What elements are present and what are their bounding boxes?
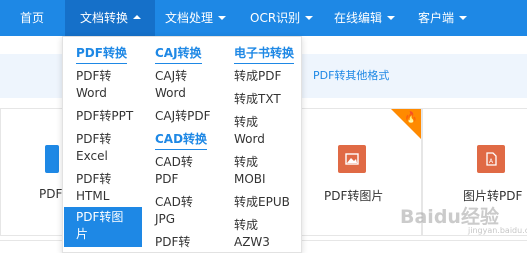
menu-cad-to-jpg[interactable]: CAD转 JPG xyxy=(155,194,193,228)
menu-to-word[interactable]: 转成 Word xyxy=(234,114,265,148)
menu-caj-to-word[interactable]: CAJ转 Word xyxy=(155,68,187,102)
nav-online-edit-label: 在线编辑 xyxy=(334,11,383,25)
menu-to-pdf[interactable]: 转成PDF xyxy=(234,68,281,85)
tool-card-label: PDF转图片 xyxy=(324,189,384,203)
image-icon xyxy=(338,145,366,173)
menu-pdf-to-word[interactable]: PDF转 Word xyxy=(76,68,111,102)
nav-document-conversion-label: 文档转换 xyxy=(80,11,129,25)
chevron-down-icon xyxy=(459,15,468,20)
nav-online-edit[interactable]: 在线编辑 xyxy=(334,0,396,36)
menu-pdf-to-ppt[interactable]: PDF转PPT xyxy=(76,108,133,125)
chevron-up-icon xyxy=(133,14,142,19)
svg-text:A: A xyxy=(489,158,494,165)
menu-to-txt[interactable]: 转成TXT xyxy=(234,91,281,108)
heading-caj-conversion: CAJ转换 xyxy=(155,44,202,64)
top-nav-bar: 首页 文档转换 文档处理 OCR识别 在线编辑 客户端 xyxy=(0,0,527,36)
file-icon xyxy=(45,145,59,173)
heading-cad-conversion: CAD转换 xyxy=(155,130,208,150)
heading-pdf-conversion: PDF转换 xyxy=(76,44,127,64)
menu-to-epub[interactable]: 转成EPUB xyxy=(234,194,290,211)
menu-pdf-to-cad[interactable]: PDF转 xyxy=(155,234,190,251)
menu-pdf-to-image[interactable]: PDF转图 片 xyxy=(64,207,142,247)
nav-document-processing[interactable]: 文档处理 xyxy=(165,0,227,36)
menu-cad-to-pdf[interactable]: CAD转 PDF xyxy=(155,154,193,188)
chevron-down-icon xyxy=(218,15,227,20)
nav-client-label: 客户端 xyxy=(418,11,455,25)
nav-ocr-label: OCR识别 xyxy=(250,11,301,25)
nav-ocr[interactable]: OCR识别 xyxy=(250,0,314,36)
pdf-icon: A xyxy=(477,145,505,173)
chevron-down-icon xyxy=(387,15,396,20)
nav-client[interactable]: 客户端 xyxy=(418,0,468,36)
flame-icon: 🔥 xyxy=(404,111,418,124)
nav-document-processing-label: 文档处理 xyxy=(165,11,214,25)
nav-document-conversion[interactable]: 文档转换 xyxy=(65,0,156,36)
nav-home[interactable]: 首页 xyxy=(20,0,44,36)
menu-caj-to-pdf[interactable]: CAJ转PDF xyxy=(155,108,211,125)
watermark-url: jingyan.baidu.com xyxy=(468,226,527,235)
document-conversion-dropdown: PDF转换 PDF转 Word PDF转PPT PDF转 Excel PDF转 … xyxy=(62,36,302,253)
pdf-to-other-link[interactable]: PDF转其他格式 xyxy=(313,67,389,83)
menu-pdf-to-excel[interactable]: PDF转 Excel xyxy=(76,131,111,165)
tool-card-label: PDF xyxy=(39,187,63,201)
menu-to-azw3[interactable]: 转成 AZW3 xyxy=(234,217,270,251)
watermark-logo: Baidu经验 xyxy=(400,206,499,228)
menu-pdf-to-html[interactable]: PDF转 HTML xyxy=(76,171,111,205)
chevron-down-icon xyxy=(305,15,314,20)
menu-to-mobi[interactable]: 转成 MOBI xyxy=(234,154,266,188)
heading-ebook-conversion: 电子书转换 xyxy=(234,44,295,64)
nav-home-label: 首页 xyxy=(20,11,45,25)
